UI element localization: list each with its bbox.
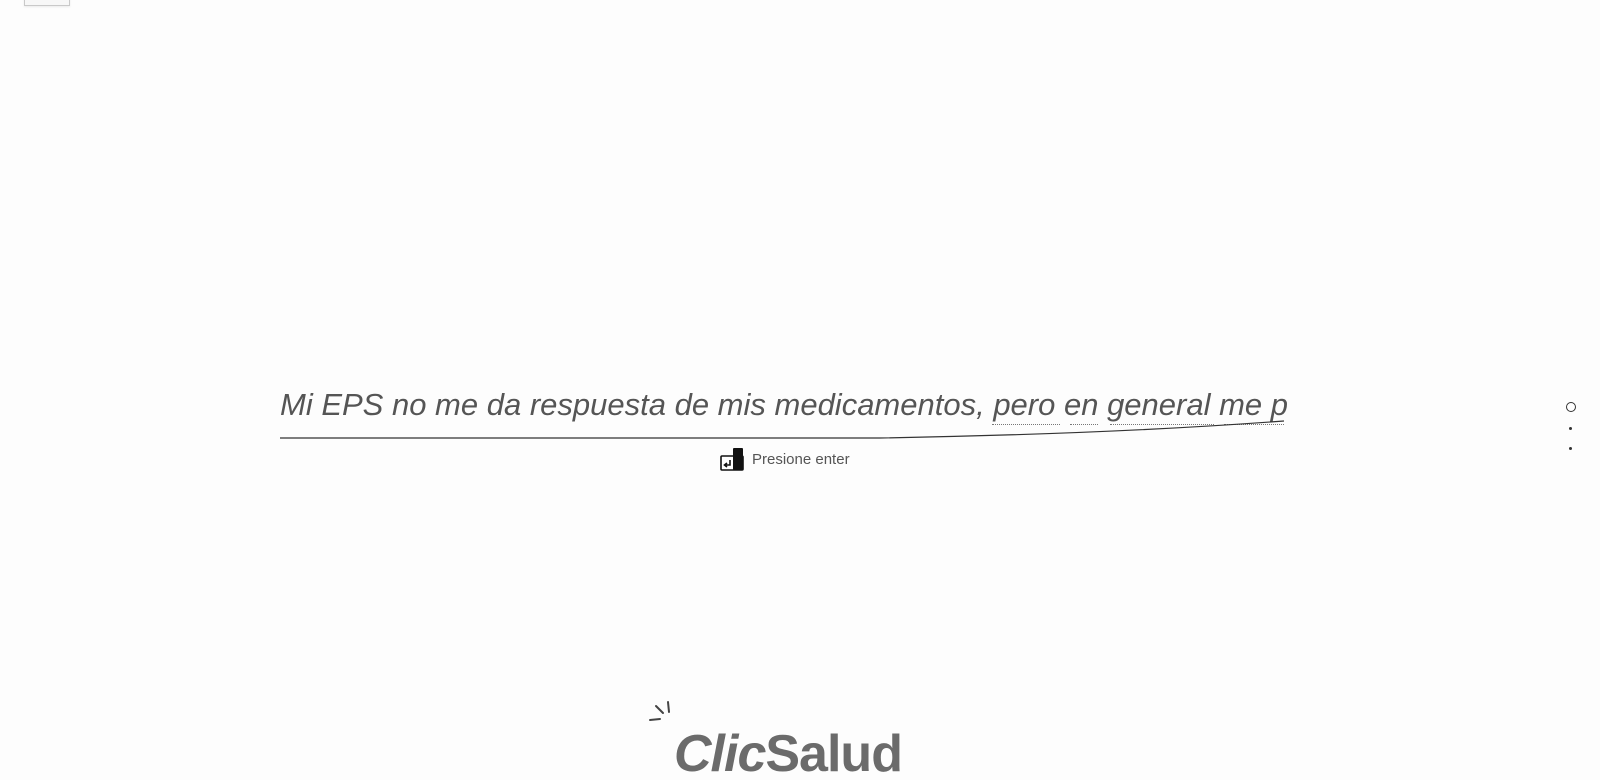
enter-hint: Presione enter <box>720 446 850 472</box>
spellcheck-underline <box>1110 424 1214 425</box>
logo-text: ClicSalud <box>674 725 903 780</box>
survey-page: Presione enter ClicSalud <box>0 0 1600 780</box>
step-dot-2[interactable] <box>1569 427 1572 430</box>
corner-tab[interactable] <box>24 0 70 6</box>
answer-field-container <box>280 384 1292 440</box>
enter-key-icon[interactable] <box>720 447 744 471</box>
logo-clic: Clic <box>674 725 766 780</box>
logo-salud: Salud <box>765 725 903 780</box>
spellcheck-underline <box>992 424 1060 425</box>
clicsalud-logo: ClicSalud <box>649 701 903 780</box>
enter-hint-label: Presione enter <box>752 450 850 468</box>
step-dots-nav <box>1565 400 1579 460</box>
spellcheck-underline <box>1070 424 1098 425</box>
step-dot-1[interactable] <box>1566 402 1576 412</box>
step-dot-3[interactable] <box>1569 447 1572 450</box>
answer-input[interactable] <box>280 384 1292 426</box>
